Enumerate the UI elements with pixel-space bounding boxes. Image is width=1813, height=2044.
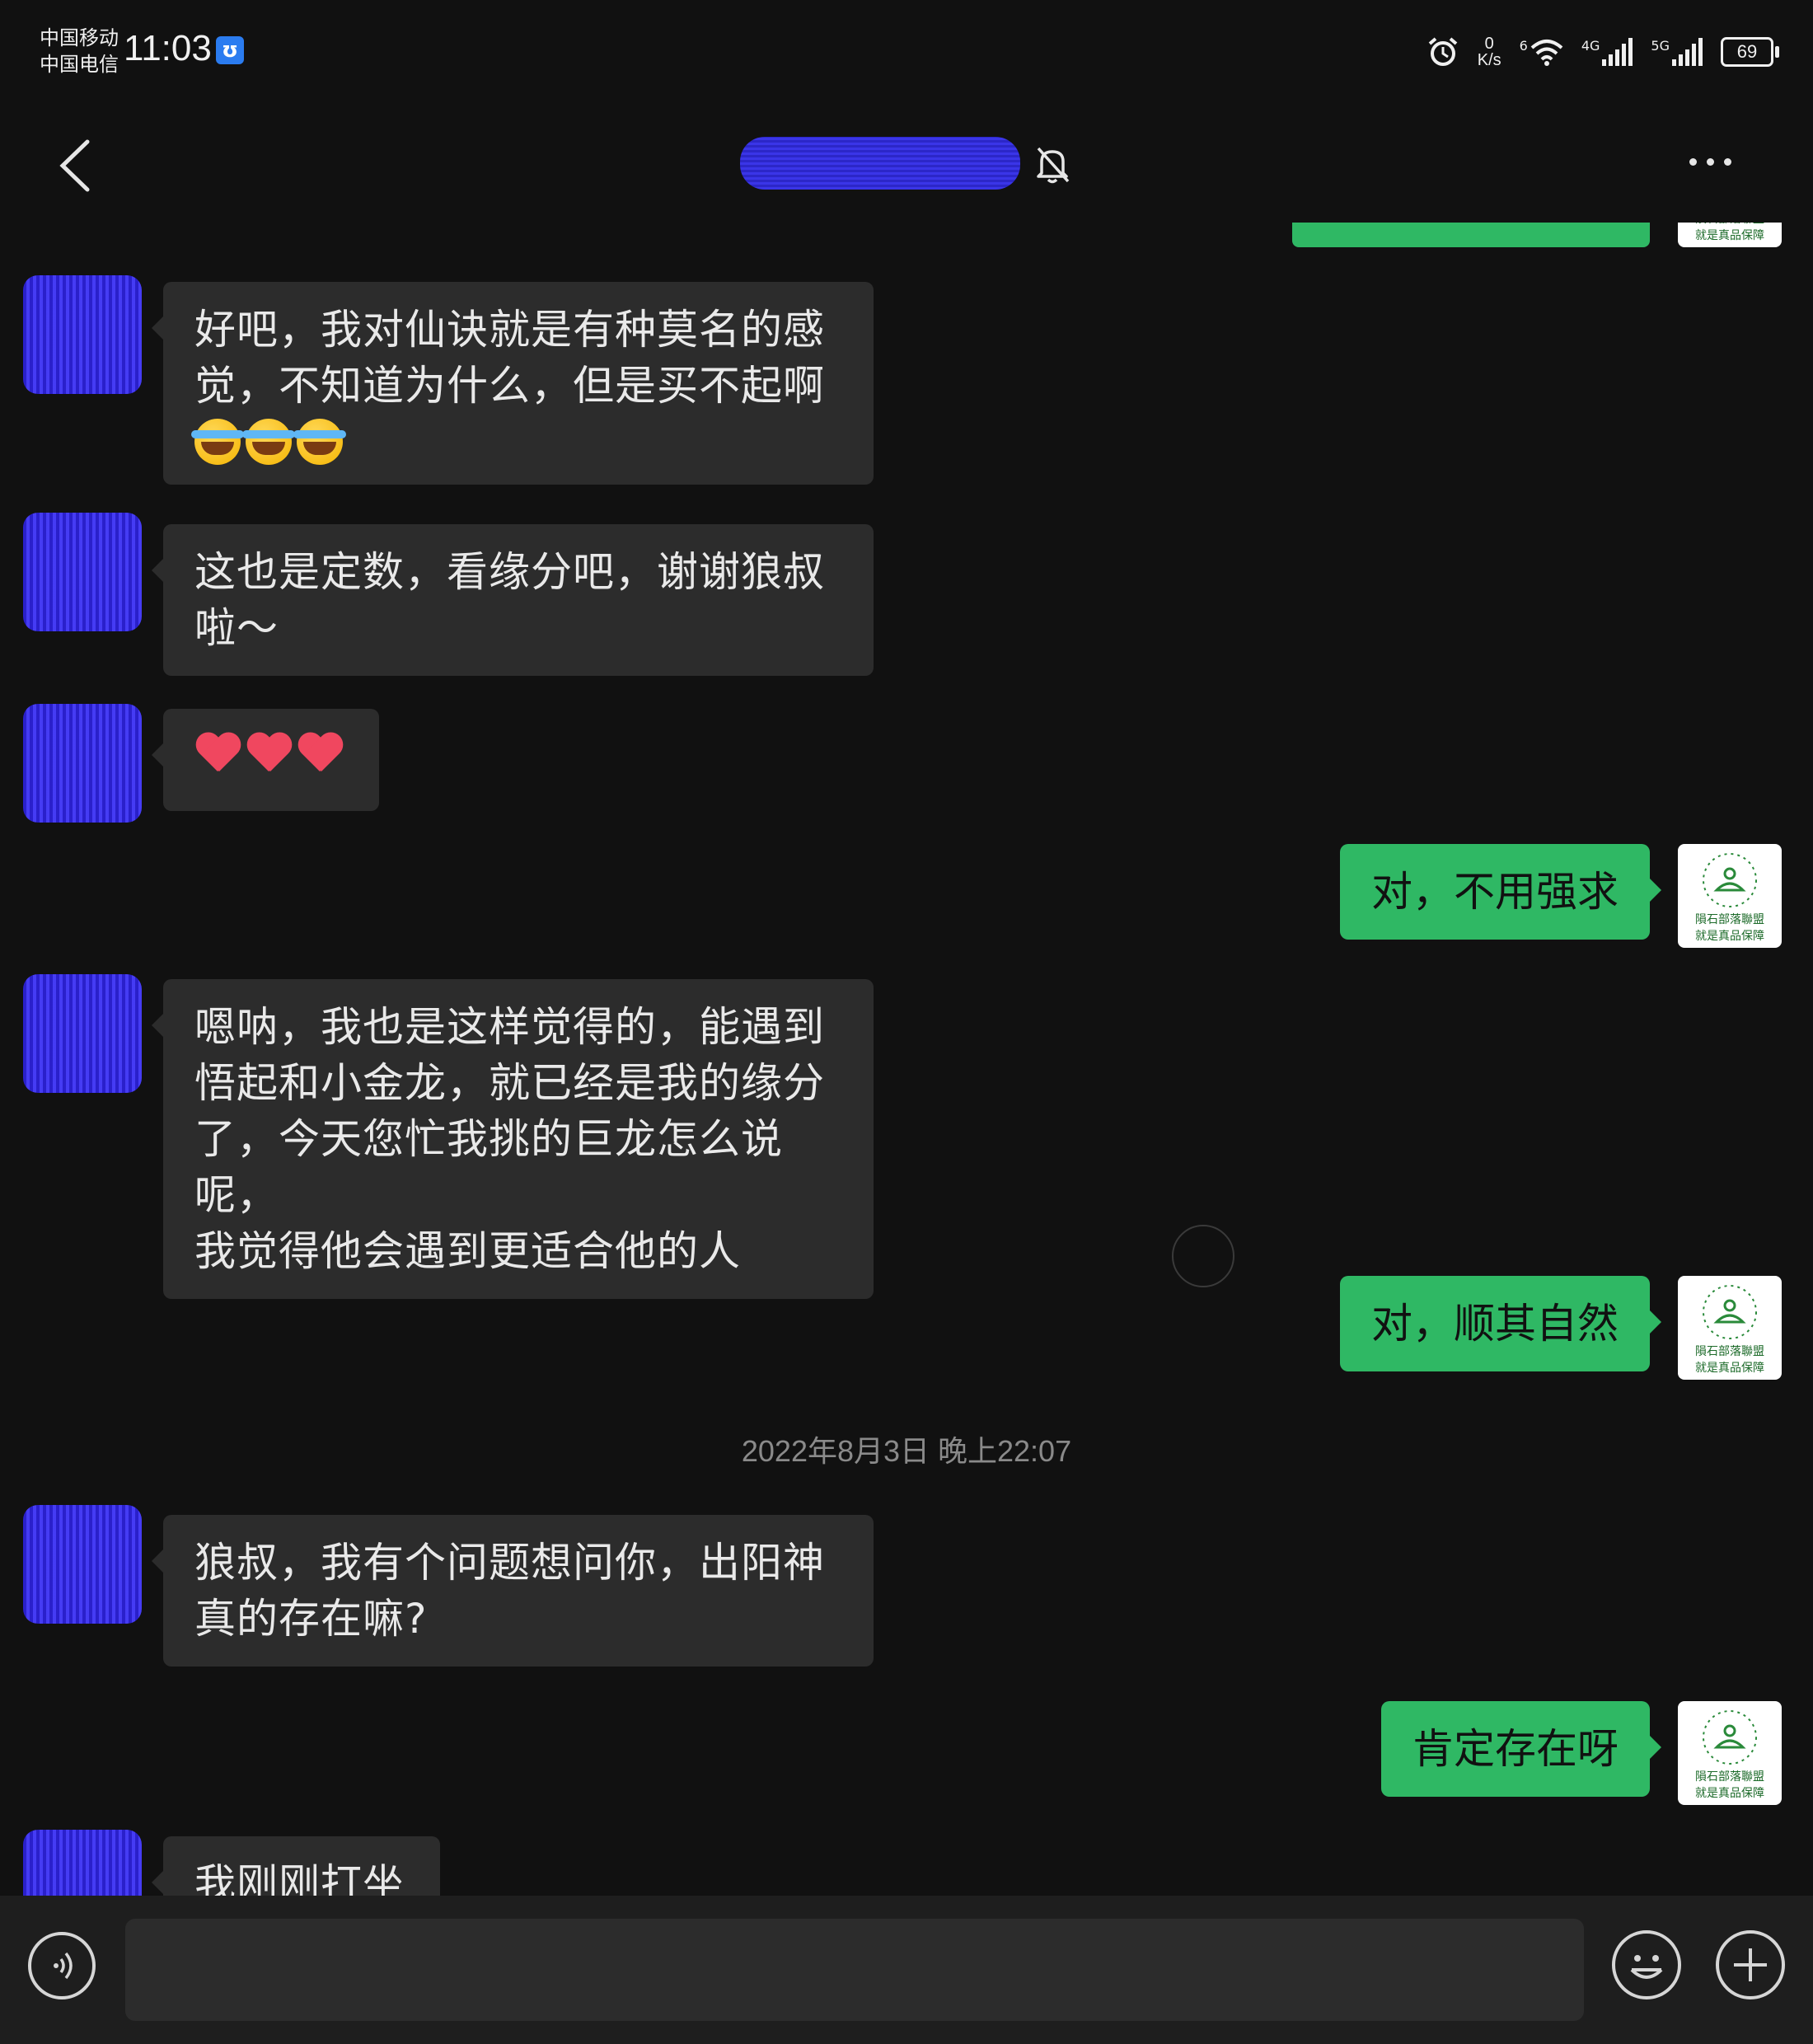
- carrier-2: 中国电信: [40, 53, 119, 76]
- avatar-line-2: 就是真品保障: [1695, 1787, 1764, 1800]
- emoji-icon[interactable]: [1612, 1930, 1681, 1999]
- voice-icon[interactable]: [28, 1932, 96, 1999]
- emoji-row: [191, 414, 842, 465]
- network-speed-value: 0: [1484, 35, 1494, 53]
- incoming-message[interactable]: [152, 709, 379, 811]
- message-text: 真的存在嘛?: [194, 1595, 428, 1643]
- my-avatar[interactable]: 隕石部落聯盟 就是真品保障: [1678, 1276, 1782, 1380]
- my-avatar[interactable]: 隕石部落聯盟 就是真品保障: [1678, 223, 1782, 247]
- message-timestamp: 2022年8月3日 晚上22:07: [741, 1434, 1072, 1468]
- my-avatar[interactable]: 隕石部落聯盟 就是真品保障: [1678, 1701, 1782, 1805]
- outgoing-bubble-cutoff: [1292, 223, 1650, 247]
- avatar-line-2: 就是真品保障: [1695, 1362, 1764, 1375]
- signal-bars-icon: [1672, 38, 1703, 66]
- sim1-label: 4G: [1581, 38, 1600, 54]
- avatar-line-1: 隕石部落聯盟: [1695, 1770, 1764, 1784]
- chat-header: [0, 107, 1813, 223]
- contact-avatar[interactable]: [23, 1830, 142, 1896]
- incoming-message[interactable]: 狼叔，我有个问题想问你，出阳神 真的存在嘛?: [152, 1515, 874, 1667]
- outgoing-message[interactable]: 对，顺其自然: [1340, 1276, 1661, 1371]
- message-text: 这也是定数，看缘分吧，谢谢狼叔: [194, 548, 825, 596]
- bell-off-icon: [1037, 147, 1070, 184]
- contact-avatar[interactable]: [23, 974, 142, 1093]
- wifi-indicator: 6: [1520, 38, 1563, 66]
- carrier-labels: 中国移动 中国电信: [40, 25, 119, 77]
- contact-avatar[interactable]: [23, 704, 142, 823]
- floating-assist-button[interactable]: [1172, 1225, 1234, 1287]
- outgoing-message[interactable]: 对，不用强求: [1340, 844, 1661, 940]
- outgoing-message[interactable]: 肯定存在呀: [1381, 1701, 1661, 1797]
- incoming-message[interactable]: 这也是定数，看缘分吧，谢谢狼叔 啦～: [152, 524, 874, 676]
- network-speed: 0 K/s: [1478, 35, 1501, 68]
- message-text: 我刚刚打坐: [194, 1860, 405, 1896]
- red-heart-icon: [246, 734, 292, 776]
- message-text: 狼叔，我有个问题想问你，出阳神: [194, 1539, 825, 1587]
- message-list[interactable]: 隕石部落聯盟 就是真品保障 好吧，我对仙诀就是有种莫名的感 觉，不知道为什么，但…: [0, 223, 1813, 1896]
- loudly-crying-face-icon: [191, 419, 244, 465]
- message-text: 悟起和小金龙，就已经是我的缘分: [194, 1059, 825, 1107]
- plus-icon[interactable]: [1716, 1930, 1785, 1999]
- wifi-label: 6: [1519, 38, 1528, 54]
- more-icon[interactable]: [1689, 158, 1731, 166]
- sim2-signal: 5G: [1651, 38, 1703, 66]
- input-bar: [0, 1896, 1813, 2044]
- message-text: 好吧，我对仙诀就是有种莫名的感: [194, 306, 825, 354]
- avatar-line-1: 隕石部落聯盟: [1695, 1345, 1764, 1358]
- app-notification-icon: ʊ: [216, 36, 244, 64]
- message-text: 啦～: [194, 604, 279, 652]
- avatar-line-1: 隕石部落聯盟: [1695, 223, 1764, 226]
- red-heart-icon: [194, 734, 241, 776]
- avatar-line-2: 就是真品保障: [1695, 930, 1764, 943]
- signal-bars-icon: [1602, 38, 1633, 66]
- message-input[interactable]: [125, 1919, 1584, 2021]
- contact-avatar[interactable]: [23, 513, 142, 631]
- message-text: 觉，不知道为什么，但是买不起啊: [194, 362, 825, 410]
- message-text: 了，今天您忙我挑的巨龙怎么说呢，: [194, 1115, 783, 1219]
- message-text: 我觉得他会遇到更适合他的人: [194, 1227, 741, 1275]
- chat-title-redacted: [740, 137, 1020, 190]
- carrier-1: 中国移动: [40, 26, 119, 49]
- avatar-line-1: 隕石部落聯盟: [1695, 913, 1764, 926]
- red-heart-icon: [297, 734, 343, 776]
- contact-avatar[interactable]: [23, 275, 142, 394]
- message-text: 嗯呐，我也是这样觉得的，能遇到: [194, 1003, 825, 1051]
- wifi-icon: [1530, 40, 1563, 66]
- incoming-message[interactable]: 我刚刚打坐: [152, 1836, 440, 1896]
- avatar-line-2: 就是真品保障: [1695, 229, 1764, 242]
- sim2-label: 5G: [1651, 38, 1670, 54]
- status-bar: 中国移动 中国电信 11:03 ʊ 0 K/s 6 4G 5G 69: [0, 0, 1813, 107]
- status-icons: 0 K/s 6 4G 5G 69: [1427, 31, 1779, 73]
- alarm-icon: [1428, 37, 1458, 66]
- incoming-message[interactable]: 嗯呐，我也是这样觉得的，能遇到 悟起和小金龙，就已经是我的缘分 了，今天您忙我挑…: [152, 979, 874, 1299]
- battery-icon: 69: [1721, 37, 1779, 67]
- emoji-row: [194, 729, 348, 776]
- network-speed-unit: K/s: [1477, 51, 1501, 69]
- incoming-message[interactable]: 好吧，我对仙诀就是有种莫名的感 觉，不知道为什么，但是买不起啊: [152, 282, 874, 485]
- sim1-signal: 4G: [1581, 38, 1633, 66]
- contact-avatar[interactable]: [23, 1505, 142, 1624]
- loudly-crying-face-icon: [242, 419, 295, 465]
- clock: 11:03: [124, 28, 212, 68]
- chevron-left-icon[interactable]: [51, 137, 101, 195]
- my-avatar[interactable]: 隕石部落聯盟 就是真品保障: [1678, 844, 1782, 948]
- loudly-crying-face-icon: [293, 419, 346, 465]
